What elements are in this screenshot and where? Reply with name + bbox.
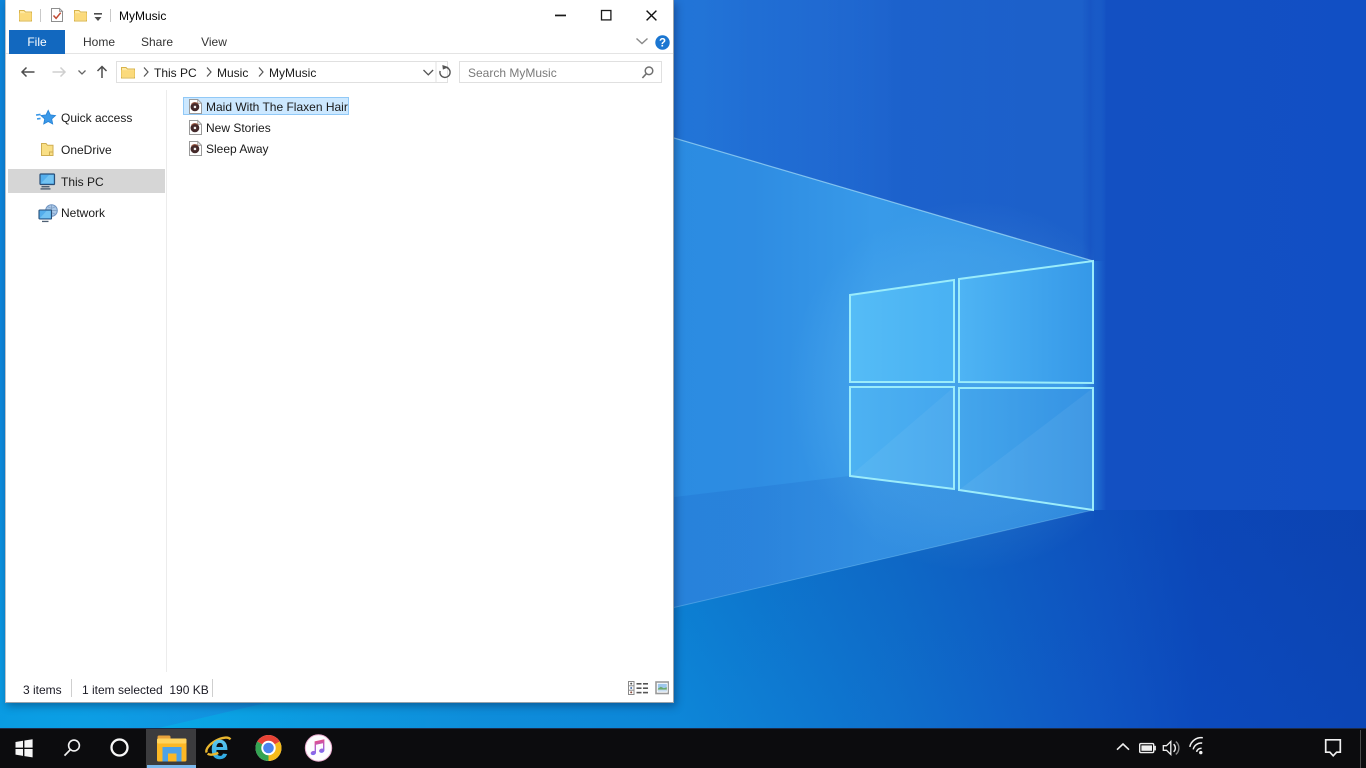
- svg-text:?: ?: [659, 38, 666, 50]
- svg-text:e: e: [210, 728, 228, 767]
